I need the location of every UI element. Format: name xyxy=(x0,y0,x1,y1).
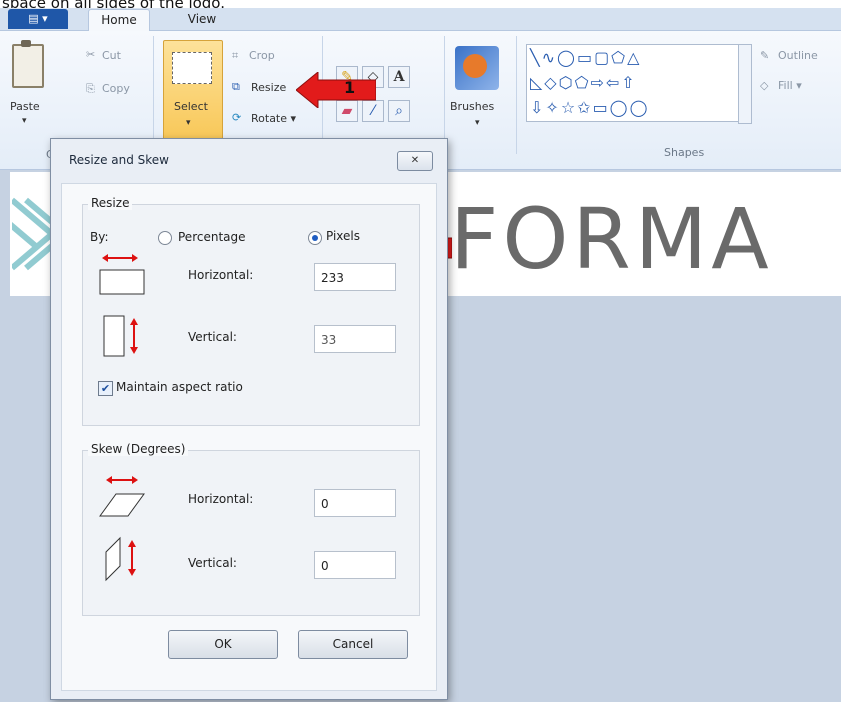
pixels-label[interactable]: Pixels xyxy=(326,229,360,243)
paste-dropdown-icon[interactable]: ▾ xyxy=(22,116,27,126)
select-dropdown-icon[interactable]: ▾ xyxy=(186,118,191,128)
skew-vertical-input[interactable]: 0 xyxy=(314,551,396,579)
paste-icon[interactable] xyxy=(12,40,44,88)
resize-vertical-input[interactable]: 33 xyxy=(314,325,396,353)
crop-button[interactable]: Crop xyxy=(249,49,275,62)
by-label: By: xyxy=(90,230,109,244)
horizontal-resize-icon xyxy=(99,254,145,295)
shapes-row[interactable]: ◺◇⬡⬠⇨⇦⇧ xyxy=(530,70,740,95)
select-label: Select xyxy=(174,100,208,113)
shapes-scrollbar[interactable] xyxy=(738,44,752,124)
resize-vertical-label: Vertical: xyxy=(188,330,237,344)
group-divider xyxy=(444,36,445,154)
maintain-aspect-label[interactable]: Maintain aspect ratio xyxy=(116,380,243,394)
select-icon xyxy=(172,52,212,84)
magnifier-icon[interactable]: ⌕ xyxy=(388,100,410,122)
resize-icon: ⧉ xyxy=(232,80,240,93)
ok-button[interactable]: OK xyxy=(168,630,278,659)
pixels-radio[interactable] xyxy=(308,231,322,245)
tab-home[interactable]: Home xyxy=(88,9,150,31)
copy-icon: ⎘ xyxy=(86,82,95,95)
app-menu-button[interactable]: ▤ ▾ xyxy=(8,9,68,29)
fill-button[interactable]: Fill ▾ xyxy=(778,79,802,92)
crop-icon: ⌗ xyxy=(232,49,239,62)
arrow-1-label: 1 xyxy=(344,78,356,97)
skew-vertical-label: Vertical: xyxy=(188,556,237,570)
group-divider xyxy=(153,36,154,154)
rotate-button[interactable]: Rotate ▾ xyxy=(251,112,296,125)
cut-icon: ✂ xyxy=(86,48,96,61)
vertical-resize-icon xyxy=(103,315,138,357)
dialog-title: Resize and Skew xyxy=(69,153,169,167)
percentage-radio[interactable] xyxy=(158,231,172,245)
maintain-aspect-checkbox[interactable]: ✔ xyxy=(98,381,113,396)
shapes-gallery[interactable]: ╲∿◯▭▢⬠△ ◺◇⬡⬠⇨⇦⇧ ⇩✧☆✩▭◯◯ xyxy=(526,44,741,122)
skew-legend: Skew (Degrees) xyxy=(88,442,189,456)
brushes-dropdown-icon[interactable]: ▾ xyxy=(475,118,480,128)
resize-button[interactable]: Resize xyxy=(251,81,286,94)
resize-skew-dialog: Resize and Skew ✕ Resize By: Percentage … xyxy=(50,138,448,700)
close-button[interactable]: ✕ xyxy=(397,151,433,171)
percentage-label[interactable]: Percentage xyxy=(178,230,246,244)
dialog-content: Resize By: Percentage Pixels Horizontal:… xyxy=(61,183,437,691)
rotate-icon: ⟳ xyxy=(232,111,242,124)
outline-icon: ✎ xyxy=(760,49,770,62)
skew-horizontal-label: Horizontal: xyxy=(188,492,254,506)
fill-icon: ◇ xyxy=(760,79,769,92)
shapes-row[interactable]: ⇩✧☆✩▭◯◯ xyxy=(530,95,740,120)
resize-legend: Resize xyxy=(88,196,133,210)
tab-view[interactable]: View xyxy=(178,9,226,30)
brushes-button[interactable]: Brushes xyxy=(450,100,494,113)
red-arrow-1-icon xyxy=(296,72,376,108)
group-divider xyxy=(516,36,517,154)
logo-text: FORMA xyxy=(450,190,773,288)
brushes-icon[interactable] xyxy=(455,46,499,90)
cancel-button[interactable]: Cancel xyxy=(298,630,408,659)
vertical-skew-icon xyxy=(105,536,136,582)
horizontal-skew-icon xyxy=(99,476,145,517)
cut-button[interactable]: Cut xyxy=(102,49,121,62)
text-tool-icon[interactable]: A xyxy=(388,66,410,88)
skew-horizontal-input[interactable]: 0 xyxy=(314,489,396,517)
outline-button[interactable]: Outline xyxy=(778,49,818,62)
copy-button[interactable]: Copy xyxy=(102,82,130,95)
shapes-group-label: Shapes xyxy=(664,146,705,159)
resize-horizontal-input[interactable]: 233 xyxy=(314,263,396,291)
paste-button[interactable]: Paste xyxy=(10,100,40,113)
resize-horizontal-label: Horizontal: xyxy=(188,268,254,282)
shapes-row[interactable]: ╲∿◯▭▢⬠△ xyxy=(530,45,740,70)
